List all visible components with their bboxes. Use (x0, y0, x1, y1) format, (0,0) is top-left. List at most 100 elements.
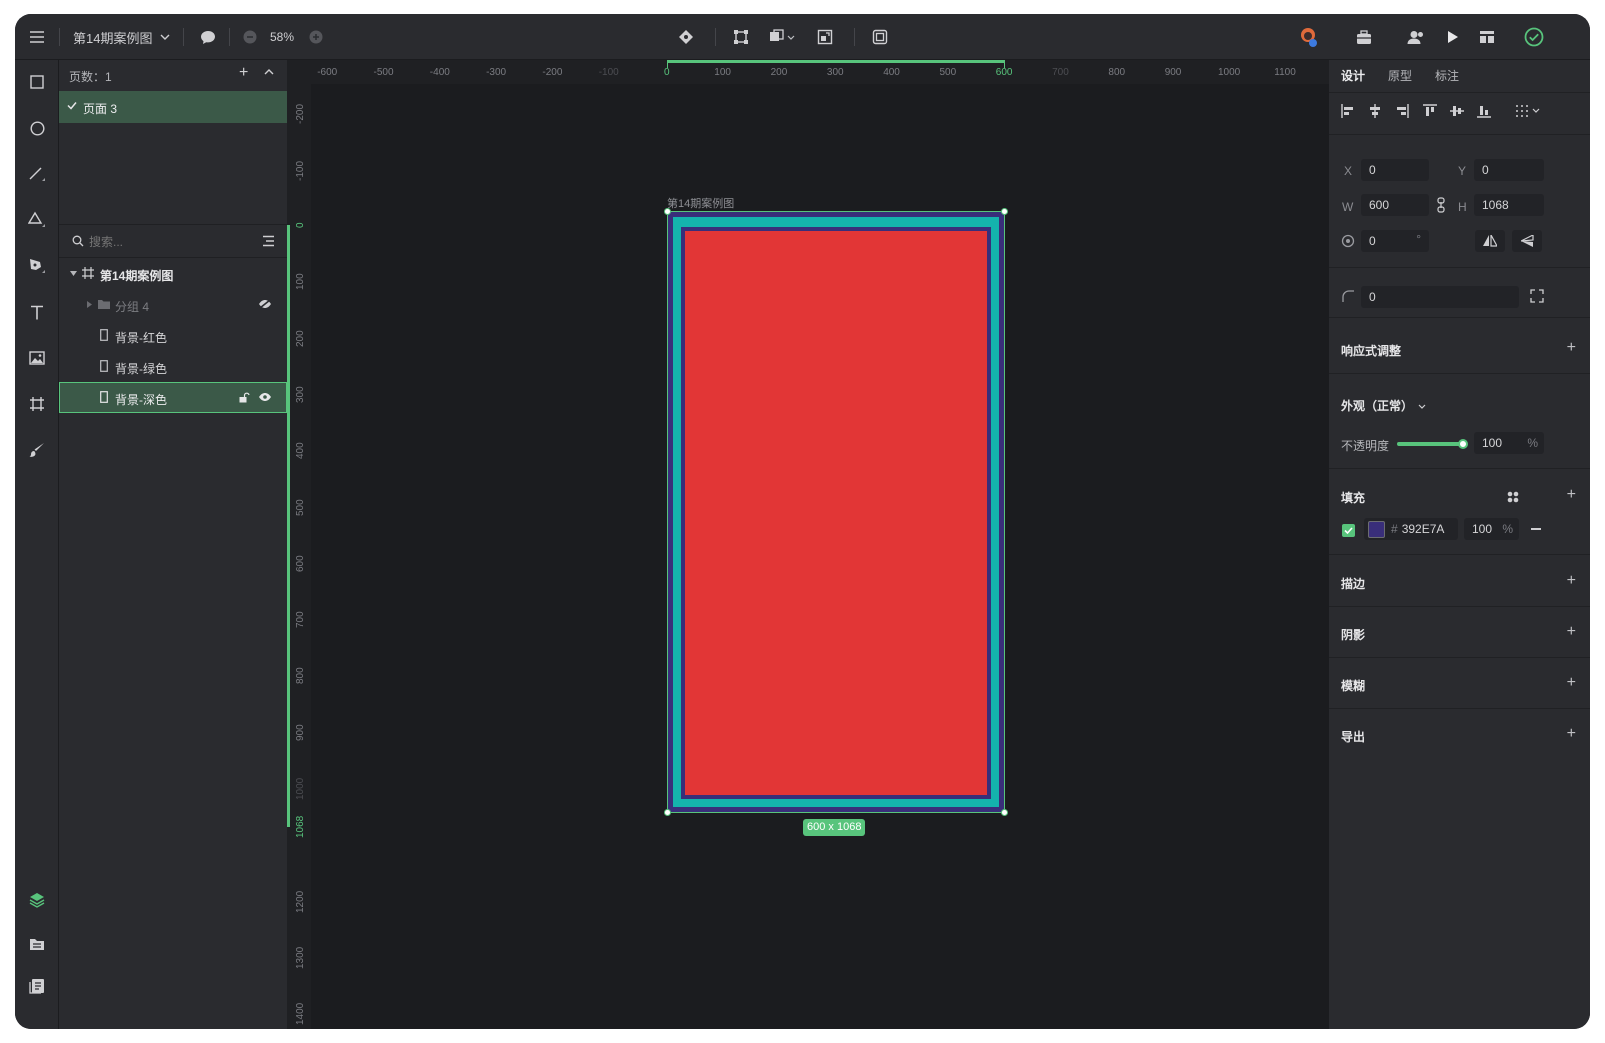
chevron-down-icon (160, 34, 170, 40)
artboard-label[interactable]: 第14期案例图 (667, 195, 734, 211)
image-tool-icon[interactable] (25, 346, 49, 370)
zoom-out-icon[interactable] (241, 14, 259, 60)
document-title-dropdown[interactable]: 第14期案例图 (73, 14, 175, 60)
fill-color-input[interactable]: # 392E7A (1364, 518, 1458, 540)
resize-handle[interactable] (664, 809, 671, 816)
divider (1329, 708, 1590, 709)
page-item-selected[interactable]: 页面 3 (59, 91, 287, 123)
width-input[interactable]: 600 (1361, 194, 1429, 216)
align-right-icon[interactable] (1395, 104, 1409, 118)
comment-icon[interactable] (197, 14, 219, 60)
hidden-eye-icon[interactable] (258, 299, 272, 309)
resize-handle[interactable] (664, 208, 671, 215)
frame-icon[interactable] (870, 14, 890, 60)
align-left-icon[interactable] (1341, 104, 1355, 118)
remove-fill-icon[interactable] (1531, 528, 1541, 530)
layer-row-selected[interactable]: 背景-深色 (59, 382, 287, 413)
triangle-tool-icon[interactable] (25, 208, 49, 232)
add-export-icon[interactable]: + (1567, 726, 1576, 742)
rotation-input[interactable]: 0 ° (1361, 230, 1429, 252)
layout-icon[interactable] (1476, 14, 1498, 60)
brush-tool-icon[interactable] (25, 438, 49, 462)
fill-enabled-checkbox[interactable] (1342, 524, 1355, 537)
opacity-slider[interactable] (1397, 439, 1468, 449)
pages-count-label: 页数：1 (69, 70, 112, 84)
transform-icon[interactable] (731, 14, 751, 60)
x-input[interactable]: 0 (1361, 159, 1429, 181)
y-input[interactable]: 0 (1474, 159, 1544, 181)
independent-corners-icon[interactable] (1530, 289, 1544, 303)
align-bottom-icon[interactable] (1477, 104, 1491, 118)
eye-icon[interactable] (258, 392, 272, 402)
appearance-dropdown[interactable]: 外观（正常） (1341, 397, 1426, 414)
assets-folder-icon[interactable] (25, 932, 49, 956)
color-styles-icon[interactable] (1507, 491, 1519, 503)
ruler-tick-label: 800 (1108, 67, 1126, 78)
fill-opacity-input[interactable]: 100 % (1464, 518, 1519, 540)
corner-radius-input[interactable]: 0 (1361, 286, 1519, 308)
ellipse-tool-icon[interactable] (25, 116, 49, 140)
library-icon[interactable] (25, 974, 49, 998)
resize-handle[interactable] (1001, 208, 1008, 215)
play-icon[interactable] (1442, 14, 1464, 60)
collapse-pages-icon[interactable] (264, 68, 274, 75)
tab-design[interactable]: 设计 (1341, 67, 1365, 84)
component-icon[interactable] (676, 14, 696, 60)
stroke-section-title: 描边 (1341, 577, 1366, 591)
add-page-icon[interactable]: + (239, 64, 248, 82)
height-input[interactable]: 1068 (1474, 194, 1544, 216)
canvas[interactable]: 第14期案例图 600 x 1068 (311, 84, 1329, 1029)
layer-row-rect[interactable]: 背景-红色 (59, 320, 287, 351)
flip-vertical-icon[interactable] (1512, 230, 1542, 252)
plugin-icon[interactable] (1353, 14, 1375, 60)
opacity-slider-handle[interactable] (1458, 439, 1468, 449)
add-responsive-icon[interactable]: + (1567, 340, 1576, 356)
fill-color-swatch[interactable] (1368, 520, 1385, 538)
export-section-title: 导出 (1341, 730, 1366, 744)
divider (854, 28, 855, 46)
layer-row-rect[interactable]: 背景-绿色 (59, 351, 287, 382)
divider (1329, 468, 1590, 469)
share-user-icon[interactable] (1405, 14, 1427, 60)
layer-search-input[interactable] (89, 232, 239, 252)
menu-icon[interactable] (25, 14, 49, 60)
align-center-v-icon[interactable] (1450, 104, 1464, 118)
expand-caret-icon[interactable] (87, 301, 92, 308)
expand-caret-icon[interactable] (70, 271, 77, 276)
line-tool-icon[interactable] (25, 162, 49, 186)
avatar[interactable] (1296, 14, 1320, 60)
text-tool-icon[interactable] (25, 300, 49, 324)
rotation-icon (1341, 234, 1355, 248)
divider (1329, 606, 1590, 607)
zoom-in-icon[interactable] (307, 14, 325, 60)
add-fill-icon[interactable]: + (1567, 487, 1576, 503)
layer-row-group[interactable]: 分组 4 (59, 289, 287, 320)
flip-horizontal-icon[interactable] (1475, 230, 1505, 252)
ruler-tick-label: 1000 (295, 777, 306, 800)
filter-icon[interactable] (262, 235, 275, 247)
app-window: 第14期案例图 58% 页数：1 + 页面 3 搜索... 第14期案例图 分组… (15, 14, 1590, 1029)
zoom-level[interactable]: 58% (265, 14, 299, 60)
tab-prototype[interactable]: 原型 (1388, 67, 1412, 84)
tab-annotation[interactable]: 标注 (1435, 67, 1459, 84)
add-shadow-icon[interactable]: + (1567, 624, 1576, 640)
rectangle-layer-icon (100, 391, 108, 403)
add-stroke-icon[interactable]: + (1567, 573, 1576, 589)
add-blur-icon[interactable]: + (1567, 675, 1576, 691)
artboard-tool-icon[interactable] (25, 392, 49, 416)
rectangle-tool-icon[interactable] (25, 70, 49, 94)
layer-row-artboard[interactable]: 第14期案例图 (59, 258, 287, 289)
resize-handle[interactable] (1001, 809, 1008, 816)
constrain-proportions-icon[interactable] (1437, 197, 1445, 213)
pen-tool-icon[interactable] (25, 254, 49, 278)
percent-unit: % (1527, 436, 1538, 450)
layers-panel-icon[interactable] (25, 888, 49, 912)
opacity-input[interactable]: 100 % (1474, 432, 1544, 454)
mask-icon[interactable] (815, 14, 835, 60)
unlock-icon[interactable] (239, 392, 250, 403)
align-top-icon[interactable] (1423, 104, 1437, 118)
boolean-icon[interactable] (765, 14, 799, 60)
distribute-icon[interactable] (1515, 104, 1541, 118)
top-bar: 第14期案例图 58% (15, 14, 1590, 60)
align-center-h-icon[interactable] (1368, 104, 1382, 118)
